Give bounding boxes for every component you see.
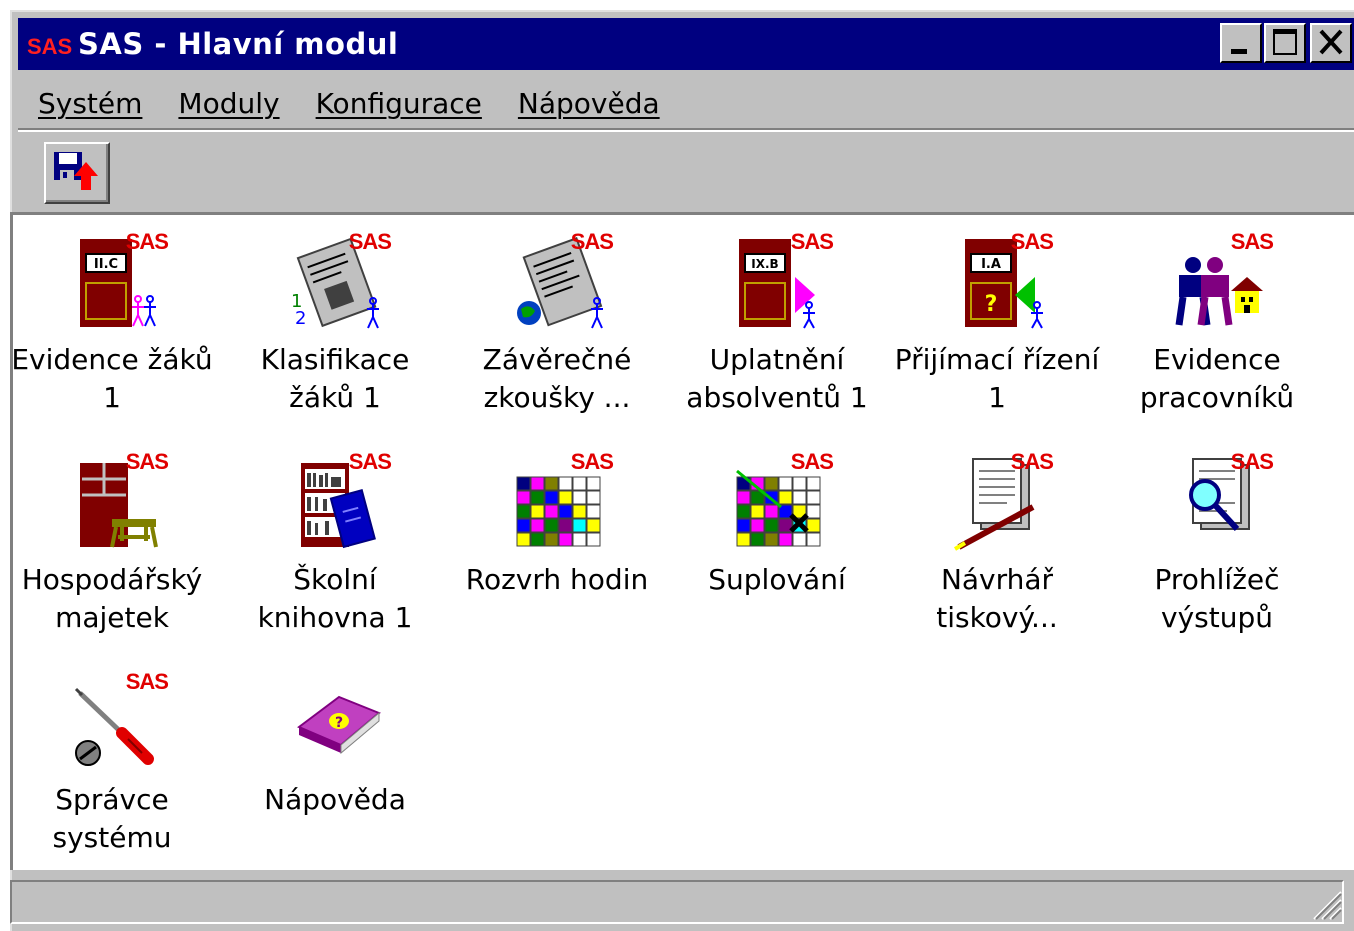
output-viewer-magnifier-icon[interactable]: SAS — [1157, 449, 1277, 559]
svg-text:2: 2 — [295, 308, 306, 329]
property-furniture-icon[interactable]: SAS — [52, 449, 172, 559]
sas-badge: SAS — [1010, 229, 1054, 254]
menu-configuration[interactable]: Konfigurace — [316, 87, 482, 120]
resize-grip-icon[interactable] — [1308, 886, 1342, 920]
module-label: Hospodářský majetek — [21, 563, 203, 634]
module-admission-door[interactable]: I.A ? SAS Přijímací řízení 1 — [887, 229, 1107, 417]
menu-bar: Systém Moduly Konfigurace Nápověda — [18, 78, 676, 128]
title-bar[interactable]: SAS SAS - Hlavní modul — [18, 18, 1354, 70]
substitution-grid-icon[interactable]: SAS — [717, 449, 837, 559]
admin-screwdriver-icon[interactable]: SAS — [52, 669, 172, 779]
module-grades-document[interactable]: 1 2 SAS Klasifikace žáků 1 — [225, 229, 445, 417]
module-label: Školní knihovna 1 — [257, 563, 413, 634]
module-label: Klasifikace žáků 1 — [260, 343, 410, 414]
maximize-icon — [1273, 29, 1297, 55]
module-icon-area: II.C SAS Evidence žáků 1 1 2 SAS Klasifika… — [10, 212, 1354, 870]
report-designer-pen-icon[interactable]: SAS — [937, 449, 1057, 559]
menu-modules[interactable]: Moduly — [178, 87, 279, 120]
module-graduates-exit[interactable]: IX.B SAS Uplatnění absolventů 1 — [667, 229, 887, 417]
module-help-book[interactable]: ? Nápověda — [225, 669, 445, 819]
module-label: Rozvrh hodin — [465, 563, 649, 596]
library-bookshelf-icon[interactable]: SAS — [275, 449, 395, 559]
module-admin-screwdriver[interactable]: SAS Správce systému — [2, 669, 222, 857]
sas-badge: SAS — [790, 229, 834, 254]
minimize-button[interactable] — [1220, 23, 1262, 63]
sas-badge: SAS — [790, 449, 834, 474]
module-label: Suplování — [708, 563, 846, 596]
save-exit-icon — [54, 152, 98, 190]
svg-text:IX.B: IX.B — [751, 257, 778, 271]
sas-badge: SAS — [348, 229, 392, 254]
module-label: Evidence žáků 1 — [11, 343, 213, 414]
module-classroom-door-students[interactable]: II.C SAS Evidence žáků 1 — [2, 229, 222, 417]
module-substitution-grid[interactable]: SAS Suplování — [667, 449, 887, 599]
sas-badge: SAS — [570, 229, 614, 254]
module-property-furniture[interactable]: SAS Hospodářský majetek — [2, 449, 222, 637]
sas-badge: SAS — [570, 449, 614, 474]
classroom-door-students-icon[interactable]: II.C SAS — [52, 229, 172, 339]
menu-separator — [18, 128, 1354, 132]
sas-logo-icon: SAS — [26, 24, 74, 64]
sas-badge: SAS — [1230, 449, 1274, 474]
menu-help[interactable]: Nápověda — [518, 87, 660, 120]
admission-door-icon[interactable]: I.A ? SAS — [937, 229, 1057, 339]
close-icon — [1319, 29, 1343, 55]
exam-document-globe-icon[interactable]: SAS — [497, 229, 617, 339]
window-title: SAS - Hlavní modul — [78, 27, 399, 61]
module-label: Evidence pracovníků — [1139, 343, 1295, 414]
module-label: Nápověda — [264, 783, 406, 816]
module-library-bookshelf[interactable]: SAS Školní knihovna 1 — [225, 449, 445, 637]
staff-house-icon[interactable]: SAS — [1157, 229, 1277, 339]
close-button[interactable] — [1310, 23, 1352, 63]
module-label: Přijímací řízení 1 — [894, 343, 1100, 414]
save-exit-button[interactable] — [44, 142, 110, 204]
svg-text:?: ? — [985, 292, 998, 317]
graduates-exit-icon[interactable]: IX.B SAS — [717, 229, 837, 339]
timetable-grid-icon[interactable]: SAS — [497, 449, 617, 559]
module-output-viewer-magnifier[interactable]: SAS Prohlížeč výstupů — [1107, 449, 1327, 637]
module-report-designer-pen[interactable]: SAS Návrhář tiskový... — [887, 449, 1107, 637]
module-label: Prohlížeč výstupů — [1154, 563, 1280, 634]
minimize-icon — [1231, 49, 1247, 54]
sas-badge: SAS — [348, 449, 392, 474]
sas-badge: SAS — [125, 669, 169, 694]
svg-text:II.C: II.C — [94, 257, 118, 272]
sas-badge: SAS — [125, 449, 169, 474]
module-timetable-grid[interactable]: SAS Rozvrh hodin — [447, 449, 667, 599]
grades-document-icon[interactable]: 1 2 SAS — [275, 229, 395, 339]
module-label: Správce systému — [52, 783, 172, 854]
svg-text:I.A: I.A — [981, 257, 1001, 272]
sas-badge: SAS — [125, 229, 169, 254]
module-label: Návrhář tiskový... — [936, 563, 1058, 634]
toolbar — [18, 136, 1354, 214]
module-exam-document-globe[interactable]: SAS Závěrečné zkoušky ... — [447, 229, 667, 417]
module-label: Uplatnění absolventů 1 — [686, 343, 868, 414]
status-bar — [10, 880, 1344, 924]
sas-badge: SAS — [1230, 229, 1274, 254]
menu-system[interactable]: Systém — [38, 87, 142, 120]
module-staff-house[interactable]: SAS Evidence pracovníků — [1107, 229, 1327, 417]
help-book-icon[interactable]: ? — [275, 669, 395, 779]
maximize-button[interactable] — [1264, 23, 1306, 63]
module-label: Závěrečné zkoušky ... — [482, 343, 632, 414]
svg-text:?: ? — [335, 715, 343, 731]
sas-logo-text: SAS — [27, 34, 72, 59]
sas-badge: SAS — [1010, 449, 1054, 474]
